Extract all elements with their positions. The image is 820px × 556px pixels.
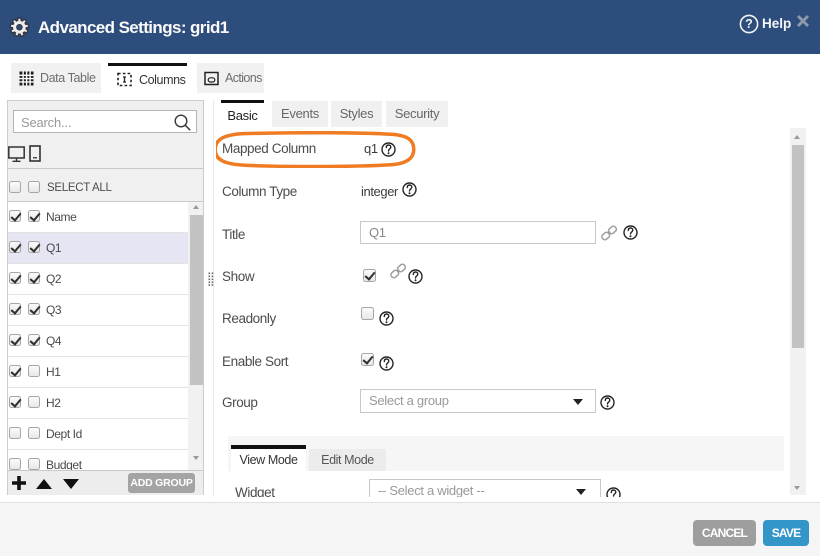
svg-text:?: ? [745,17,753,31]
